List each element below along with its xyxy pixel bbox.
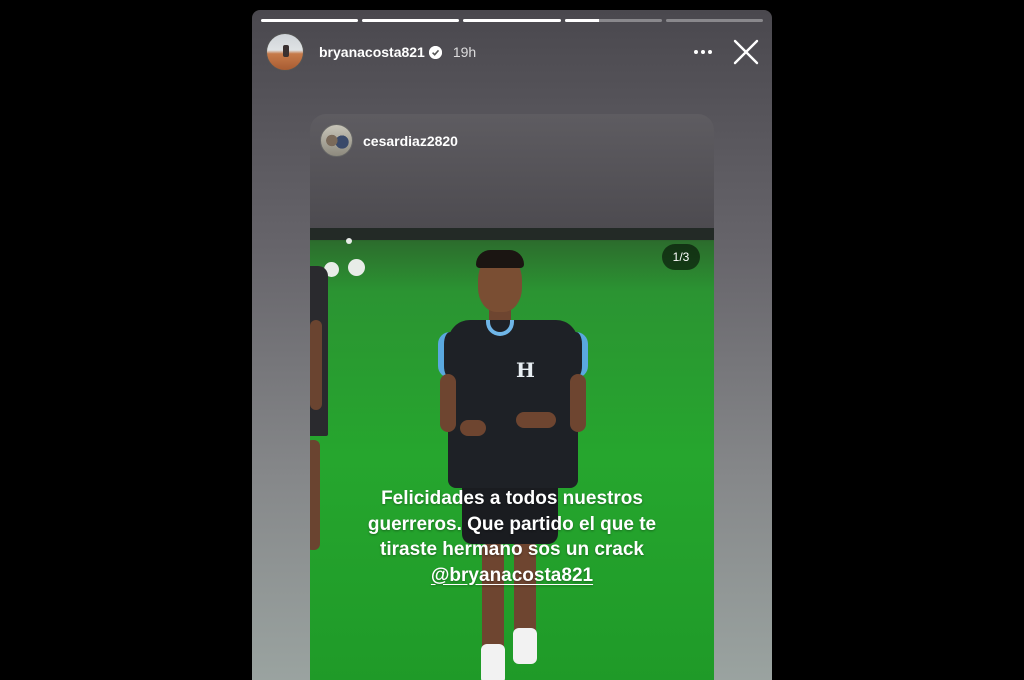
caption-line: Felicidades a todos nuestros: [381, 488, 643, 509]
shirt-crest: H: [516, 358, 535, 382]
verified-badge-icon: [428, 45, 442, 59]
avatar[interactable]: [266, 33, 304, 71]
ball: [348, 259, 365, 276]
progress-segment: [564, 19, 662, 22]
shared-post-username[interactable]: cesardiaz2820: [363, 133, 458, 149]
story-progress-bar: [261, 19, 764, 22]
shared-post-header: cesardiaz2820: [310, 114, 714, 228]
shared-post-card[interactable]: cesardiaz2820 H 1/3 Felicidades a todos …: [310, 114, 714, 680]
story-caption: Felicidades a todos nuestros guerreros. …: [310, 486, 714, 588]
stadium-stands: [310, 228, 714, 240]
story-time: 19h: [452, 44, 477, 60]
shared-post-avatar[interactable]: [320, 124, 353, 157]
caption-line: tiraste hermano sos un crack: [380, 539, 644, 560]
progress-segment: [362, 19, 460, 22]
story-header: bryanacosta821 19h: [266, 32, 762, 72]
progress-segment: [665, 19, 764, 22]
progress-segment: [463, 19, 561, 22]
ball: [346, 238, 352, 244]
more-horizontal-icon[interactable]: [688, 37, 718, 67]
close-icon[interactable]: [730, 36, 762, 68]
caption-line: guerreros. Que partido el que te: [367, 513, 657, 535]
player-figure: H: [438, 250, 588, 680]
story-username[interactable]: bryanacosta821: [319, 44, 425, 60]
story-viewer[interactable]: bryanacosta821 19h cesardiaz2820 H 1/3 F…: [252, 10, 772, 680]
shared-post-photo[interactable]: H 1/3: [310, 228, 714, 680]
carousel-page-indicator: 1/3: [662, 244, 700, 270]
mention-link[interactable]: @bryanacosta821: [431, 565, 593, 586]
progress-segment: [261, 19, 359, 22]
